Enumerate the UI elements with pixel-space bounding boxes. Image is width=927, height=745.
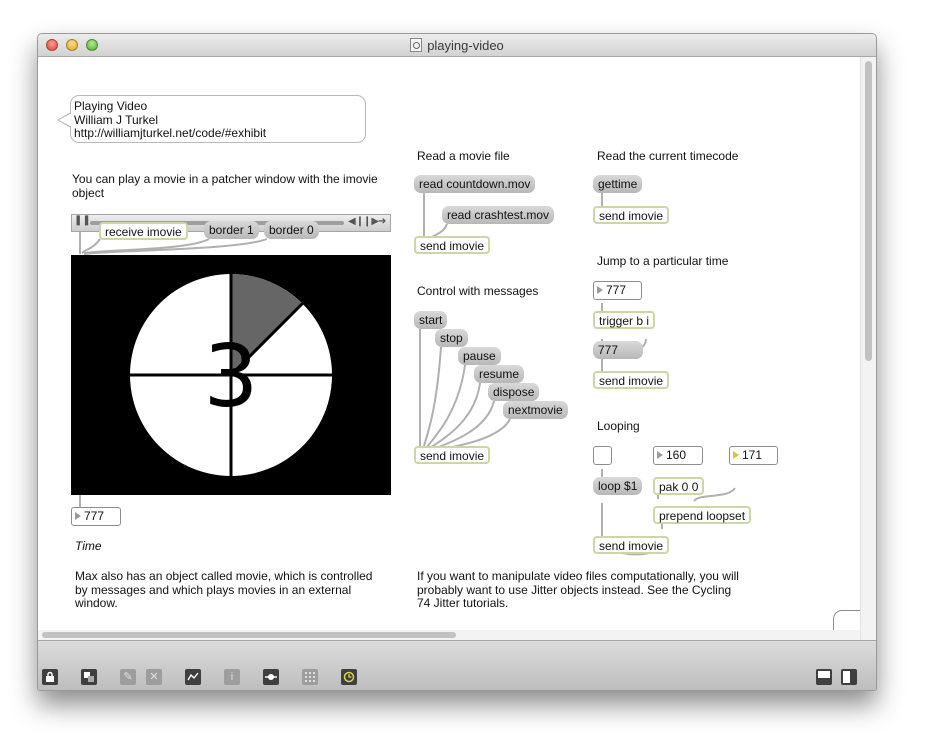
intro-line: object	[72, 185, 105, 200]
looping-comment: Looping	[597, 419, 640, 433]
window-title: playing-video	[38, 38, 876, 53]
comment-line: If you want to manipulate video files co…	[417, 569, 739, 583]
loop-arrow-icon[interactable]: ➜	[378, 216, 386, 227]
jump-number-box[interactable]: 777	[593, 281, 642, 300]
time-comment: Time	[75, 539, 102, 553]
new-object-icon[interactable]: ✎	[120, 669, 136, 685]
vertical-scroll-thumb[interactable]	[865, 61, 872, 361]
lock-icon[interactable]	[42, 669, 58, 685]
dispose-message[interactable]: dispose	[488, 383, 540, 401]
send-imovie-object[interactable]: send imovie	[414, 236, 491, 254]
loop-message[interactable]: loop $1	[593, 477, 643, 495]
resume-message[interactable]: resume	[474, 365, 525, 383]
nextmovie-message[interactable]: nextmovie	[503, 401, 568, 419]
patcher-window: playing-video Playing Video William J Tu…	[37, 33, 877, 691]
comment-line: by messages and which plays movies in an…	[75, 582, 352, 597]
read-countdown-message[interactable]: read countdown.mov	[414, 175, 536, 193]
read-movie-comment: Read a movie file	[417, 149, 510, 163]
send-imovie-object[interactable]: send imovie	[414, 446, 491, 464]
header-url: http://williamjturkel.net/code/#exhibit	[74, 126, 267, 140]
loop-end-number-box[interactable]: 171	[729, 446, 778, 465]
header-comment[interactable]: Playing Video William J Turkel http://wi…	[57, 95, 366, 143]
pause-message[interactable]: pause	[458, 347, 501, 365]
debug-icon[interactable]	[341, 669, 357, 685]
step-forward-icon[interactable]: ❙▶	[363, 216, 379, 227]
jitter-comment: If you want to manipulate video files co…	[417, 569, 739, 611]
inspector-toggle-icon[interactable]	[185, 669, 201, 685]
value-777-message[interactable]: 777	[593, 341, 643, 359]
horizontal-scrollbar[interactable]	[38, 630, 860, 640]
comment-line: 74 Jitter tutorials.	[417, 596, 509, 610]
step-back-icon[interactable]: ◀❙	[348, 216, 364, 227]
presentation-icon[interactable]	[81, 669, 97, 685]
snap-icon[interactable]	[263, 669, 279, 685]
comment-line: probably want to use Jitter objects inst…	[417, 582, 732, 597]
gettime-message[interactable]: gettime	[593, 175, 643, 193]
split-vertical-icon[interactable]	[841, 669, 857, 685]
loop-start-number-box[interactable]: 160	[653, 446, 703, 465]
trigger-object[interactable]: trigger b i	[593, 311, 656, 329]
comment-line: Max also has an object called movie, whi…	[75, 569, 373, 583]
info-icon[interactable]: i	[224, 669, 240, 685]
pak-object[interactable]: pak 0 0	[653, 477, 705, 495]
header-author: William J Turkel	[74, 112, 159, 127]
max-movie-comment: Max also has an object called movie, whi…	[75, 569, 373, 611]
patch-cord[interactable]	[421, 346, 442, 454]
countdown-number: 3	[204, 327, 259, 427]
time-number-box[interactable]: 777	[71, 507, 121, 526]
border-1-message[interactable]: border 1	[204, 221, 259, 239]
intro-line: You can play a movie in a patcher window…	[72, 172, 378, 186]
patcher-toolbar: ✎ ✕ i	[38, 640, 876, 690]
intro-comment: You can play a movie in a patcher window…	[72, 172, 378, 200]
control-messages-comment: Control with messages	[417, 284, 539, 298]
document-icon	[410, 38, 423, 52]
read-crashtest-message[interactable]: read crashtest.mov	[442, 206, 555, 224]
countdown-frame: 3	[129, 273, 333, 477]
loop-toggle[interactable]	[593, 446, 612, 465]
jump-time-comment: Jump to a particular time	[597, 254, 729, 268]
stop-message[interactable]: stop	[435, 329, 468, 347]
movie-display[interactable]: 3	[71, 255, 391, 495]
start-message[interactable]: start	[414, 311, 448, 329]
patcher-canvas[interactable]: Playing Video William J Turkel http://wi…	[38, 57, 860, 640]
send-imovie-object[interactable]: send imovie	[593, 536, 670, 554]
receive-imovie-object[interactable]: receive imovie	[99, 222, 188, 240]
delete-icon[interactable]: ✕	[146, 669, 162, 685]
header-title: Playing Video	[74, 99, 148, 113]
vertical-scrollbar[interactable]	[860, 57, 876, 640]
send-imovie-object[interactable]: send imovie	[593, 206, 670, 224]
title-bar[interactable]: playing-video	[38, 34, 876, 57]
send-imovie-object[interactable]: send imovie	[593, 371, 670, 389]
timecode-comment: Read the current timecode	[597, 149, 739, 163]
window-title-text: playing-video	[427, 38, 504, 53]
split-horizontal-icon[interactable]	[816, 669, 832, 685]
prepend-loopset-object[interactable]: prepend loopset	[653, 506, 752, 524]
pause-icon[interactable]: ❚❚	[74, 215, 91, 226]
comment-line: window.	[75, 596, 118, 610]
border-0-message[interactable]: border 0	[264, 221, 319, 239]
grid-icon[interactable]	[302, 669, 318, 685]
horizontal-scroll-thumb[interactable]	[42, 632, 456, 638]
